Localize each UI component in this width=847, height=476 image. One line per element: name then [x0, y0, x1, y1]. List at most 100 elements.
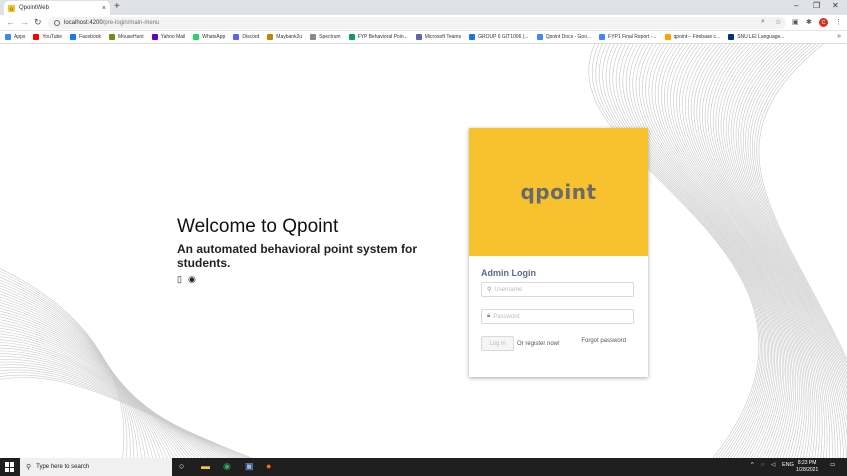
username-field[interactable]: ⚲ Username	[481, 282, 634, 297]
tray-chevron-icon[interactable]: ^	[751, 462, 754, 468]
bookmark-favicon-icon	[310, 34, 317, 40]
notifications-icon[interactable]: ▭	[830, 462, 835, 468]
bookmark-label: Apps	[14, 34, 26, 40]
login-card-header: qpoint	[469, 128, 648, 256]
username-placeholder: Username	[494, 286, 523, 293]
back-icon[interactable]: ←	[6, 17, 15, 27]
bookmark-item[interactable]: Spectrum	[310, 34, 341, 40]
bookmark-favicon-icon	[109, 34, 116, 40]
bookmark-item[interactable]: FYP Behavioral Poin...	[348, 34, 408, 40]
network-icon[interactable]: ◌	[761, 462, 764, 468]
language-indicator[interactable]: ENG	[782, 462, 794, 468]
clock-date: 1/28/2021	[796, 467, 819, 473]
bookmark-label: GROUP 6 GIT1006 (...	[478, 34, 529, 40]
taskbar-clock[interactable]: 8:23 PM 1/28/2021	[796, 460, 818, 474]
login-button[interactable]: Log in	[481, 336, 514, 351]
password-field[interactable]: 🔒︎ Password	[481, 309, 634, 324]
bookmark-favicon-icon	[536, 34, 543, 40]
bookmarks-bar: Apps YouTube Facebook MouseHunt Yahoo Mail Wh…	[0, 31, 847, 44]
bookmark-favicon-icon	[5, 34, 11, 40]
github-icon[interactable]: ◉	[188, 274, 196, 285]
bookmarks-overflow-icon[interactable]: »	[837, 33, 841, 40]
bookmark-favicon-icon	[151, 34, 158, 40]
bookmark-item[interactable]: GROUP 6 GIT1006 (...	[469, 34, 529, 40]
bookmark-favicon-icon	[348, 34, 355, 40]
login-card: qpoint Admin Login ⚲ Username 🔒︎ Passwor…	[469, 128, 648, 377]
mobile-icon[interactable]: ▯	[177, 274, 182, 285]
bookmark-item[interactable]: YouTube	[33, 34, 62, 40]
minimize-icon[interactable]: –	[794, 1, 798, 10]
welcome-section: Welcome to Qpoint An automated behaviora…	[177, 216, 437, 285]
bookmark-favicon-icon	[728, 34, 735, 40]
restore-icon[interactable]: ❐	[813, 1, 820, 10]
window-close-icon[interactable]: ✕	[832, 1, 839, 10]
taskbar-search[interactable]: ⚲ Type here to search	[20, 458, 172, 476]
bookmark-star-icon[interactable]: ☆	[775, 18, 781, 26]
bookmark-label: Microsoft Teams	[424, 34, 462, 40]
qpoint-favicon-icon: Q	[8, 4, 15, 12]
bookmark-label: Yahoo Mail	[160, 34, 186, 40]
bookmark-item[interactable]: Apps	[5, 34, 25, 40]
forward-icon[interactable]: →	[20, 17, 29, 27]
bookmark-item[interactable]: MouseHunt	[109, 34, 144, 40]
bookmark-label: YouTube	[42, 34, 63, 40]
profile-avatar[interactable]: C	[819, 18, 828, 27]
bookmark-item[interactable]: FYP1 Final Report -...	[599, 34, 657, 40]
bookmark-label: Discord	[242, 34, 260, 40]
bookmark-label: qpoint – Firebase c...	[673, 34, 721, 40]
tab-close-icon[interactable]: ×	[102, 5, 106, 12]
user-icon: ⚲	[487, 287, 492, 293]
browser-toolbar: ← → ↻ localhost:4200/pre-login/main-menu…	[0, 15, 847, 31]
bookmark-item[interactable]: qpoint – Firebase c...	[664, 34, 721, 40]
bookmark-favicon-icon	[70, 34, 77, 40]
forgot-password-link[interactable]: Forgot password	[581, 338, 626, 344]
bookmark-item[interactable]: SNU LEI Language...	[728, 34, 784, 40]
bookmark-item[interactable]: Maybank2u	[267, 34, 302, 40]
file-explorer-icon[interactable]: ▬	[201, 461, 210, 471]
site-info-icon[interactable]	[54, 20, 60, 26]
bookmark-favicon-icon	[233, 34, 240, 40]
bookmark-label: MouseHunt	[118, 34, 144, 40]
qpoint-logo: qpoint	[520, 180, 597, 204]
windows-start-icon[interactable]	[5, 462, 15, 472]
url-host: localhost:4200	[64, 20, 103, 26]
reload-icon[interactable]: ↻	[34, 17, 42, 28]
postman-icon[interactable]: ●	[266, 461, 271, 471]
windows-taskbar: ⚲ Type here to search ○ ▬ ◉ ▣ ● ^ ◌ ◁ EN…	[0, 458, 847, 476]
welcome-subtitle: An automated behavioral point system for…	[177, 242, 418, 270]
chrome-icon[interactable]: ◉	[223, 461, 231, 472]
new-tab-button[interactable]: +	[114, 1, 120, 13]
menu-icon[interactable]: ⋮	[835, 18, 842, 26]
bookmark-item[interactable]: WhatsApp	[193, 34, 225, 40]
bookmark-item[interactable]: Facebook	[70, 34, 101, 40]
register-link[interactable]: Or register now!	[517, 341, 560, 347]
bookmark-item[interactable]: Discord	[233, 34, 259, 40]
bookmark-favicon-icon	[469, 34, 476, 40]
bookmark-favicon-icon	[193, 34, 200, 40]
bookmark-label: Spectrum	[319, 34, 341, 40]
page-content: Welcome to Qpoint An automated behaviora…	[0, 44, 847, 458]
browser-tabstrip: Q QpointWeb × + – ❐ ✕	[0, 0, 847, 15]
url-path: /pre-login/main-menu	[102, 20, 160, 26]
welcome-title: Welcome to Qpoint	[177, 216, 339, 237]
extension-icon[interactable]: ▣	[792, 18, 799, 26]
zoom-icon[interactable]: ⌕	[761, 18, 765, 26]
tab-title: QpointWeb	[19, 5, 49, 11]
login-title: Admin Login	[481, 268, 536, 278]
puzzle-icon[interactable]: ✱	[806, 18, 812, 26]
volume-icon[interactable]: ◁	[771, 462, 775, 468]
bookmark-label: WhatsApp	[202, 34, 226, 40]
bookmark-item[interactable]: Qpoint Docs - Goo...	[536, 34, 592, 40]
bookmark-favicon-icon	[415, 34, 422, 40]
browser-tab[interactable]: Q QpointWeb ×	[4, 1, 110, 15]
address-bar[interactable]: localhost:4200/pre-login/main-menu	[48, 17, 786, 29]
intellij-icon[interactable]: ▣	[245, 461, 254, 472]
taskbar-search-placeholder: Type here to search	[36, 464, 90, 470]
bookmark-item[interactable]: Yahoo Mail	[151, 34, 186, 40]
cortana-icon[interactable]: ○	[179, 461, 184, 471]
bookmark-label: Qpoint Docs - Goo...	[545, 34, 592, 40]
bookmark-item[interactable]: Microsoft Teams	[415, 34, 462, 40]
bookmark-label: SNU LEI Language...	[737, 34, 785, 40]
bookmark-label: Facebook	[79, 34, 102, 40]
bookmark-favicon-icon	[33, 34, 40, 40]
